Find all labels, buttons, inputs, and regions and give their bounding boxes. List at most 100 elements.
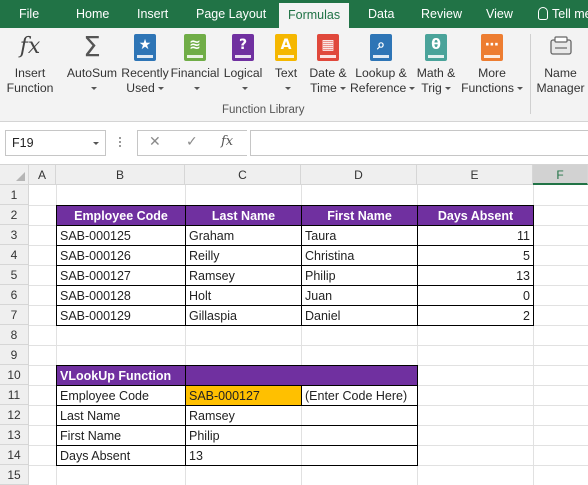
chevron-down-icon[interactable]: [93, 142, 99, 145]
vlookup-result-days-absent[interactable]: 13: [186, 446, 418, 466]
row-header-4[interactable]: 4: [0, 245, 29, 265]
row-header-10[interactable]: 10: [0, 365, 29, 385]
insert-function-label-2: Function: [6, 81, 54, 95]
worksheet-grid[interactable]: A B C D E F 1 2 3 4 5 6 7 8 9 10 11 12 1…: [0, 165, 588, 485]
vlookup-label-days-absent[interactable]: Days Absent: [56, 446, 186, 466]
table-cell[interactable]: Taura: [302, 226, 418, 246]
logical-dropdown[interactable]: [222, 81, 264, 96]
table-cell[interactable]: Philip: [302, 266, 418, 286]
table-cell[interactable]: SAB-000126: [56, 246, 186, 266]
formula-bar-resize-handle[interactable]: [118, 135, 122, 151]
row-header-15[interactable]: 15: [0, 465, 29, 485]
logical-button[interactable]: ? Logical: [222, 32, 264, 96]
text-button[interactable]: A Text: [270, 32, 302, 96]
tab-page-layout[interactable]: Page Layout: [187, 0, 275, 28]
math-trig-label-2: Trig: [421, 81, 442, 95]
vlookup-label-employee-code[interactable]: Employee Code: [56, 386, 186, 406]
table-cell[interactable]: Graham: [186, 226, 302, 246]
row-header-13[interactable]: 13: [0, 425, 29, 445]
table-cell[interactable]: SAB-000128: [56, 286, 186, 306]
table-header-days-absent[interactable]: Days Absent: [418, 205, 534, 226]
table-cell[interactable]: Daniel: [302, 306, 418, 326]
table-cell[interactable]: SAB-000129: [56, 306, 186, 326]
formula-input[interactable]: [250, 130, 588, 156]
row-header-12[interactable]: 12: [0, 405, 29, 425]
name-manager-button[interactable]: Name Manager: [533, 32, 588, 96]
table-cell[interactable]: 2: [418, 306, 534, 326]
tab-formulas[interactable]: Formulas: [279, 3, 350, 28]
math-trig-label-row: Trig: [413, 81, 459, 96]
row-header-11[interactable]: 11: [0, 385, 29, 405]
tell-me-search[interactable]: Tell me: [538, 0, 588, 28]
row-header-3[interactable]: 3: [0, 225, 29, 245]
recently-used-label-2: Used: [126, 81, 155, 95]
table-cell[interactable]: Holt: [186, 286, 302, 306]
vlookup-title-fill[interactable]: [186, 365, 418, 386]
row-header-6[interactable]: 6: [0, 285, 29, 305]
column-header-b[interactable]: B: [56, 165, 185, 185]
vlookup-result-last-name[interactable]: Ramsey: [186, 406, 418, 426]
vlookup-label-first-name[interactable]: First Name: [56, 426, 186, 446]
row-header-7[interactable]: 7: [0, 305, 29, 325]
table-header-last-name[interactable]: Last Name: [186, 205, 302, 226]
table-cell[interactable]: 0: [418, 286, 534, 306]
table-cell[interactable]: SAB-000127: [56, 266, 186, 286]
column-header-d[interactable]: D: [301, 165, 417, 185]
table-cell[interactable]: 5: [418, 246, 534, 266]
more-functions-button[interactable]: ⋯ More Functions: [460, 32, 524, 96]
fx-icon[interactable]: fx: [221, 134, 233, 149]
column-header-a[interactable]: A: [29, 165, 56, 185]
column-header-f[interactable]: F: [533, 165, 588, 185]
chevron-down-icon: [241, 87, 248, 90]
row-header-1[interactable]: 1: [0, 185, 29, 205]
financial-button[interactable]: ≋ Financial: [170, 32, 220, 96]
column-header-e[interactable]: E: [417, 165, 533, 185]
autosum-button[interactable]: Σ AutoSum: [64, 32, 120, 96]
recently-used-label-row: Used: [121, 81, 169, 96]
vlookup-label-last-name[interactable]: Last Name: [56, 406, 186, 426]
row-header-5[interactable]: 5: [0, 265, 29, 285]
table-header-employee-code[interactable]: Employee Code: [56, 205, 186, 226]
table-cell[interactable]: SAB-000125: [56, 226, 186, 246]
tab-file[interactable]: File: [10, 0, 48, 28]
more-functions-label-2: Functions: [461, 81, 514, 95]
vlookup-input-employee-code[interactable]: SAB-000127: [186, 386, 302, 406]
autosum-dropdown[interactable]: [64, 81, 120, 96]
vlookup-result-first-name[interactable]: Philip: [186, 426, 418, 446]
text-dropdown[interactable]: [270, 81, 302, 96]
tab-home[interactable]: Home: [67, 0, 118, 28]
vlookup-title[interactable]: VLookUp Function: [56, 365, 186, 386]
math-trig-button[interactable]: θ Math & Trig: [413, 32, 459, 96]
column-header-c[interactable]: C: [185, 165, 301, 185]
financial-dropdown[interactable]: [170, 81, 220, 96]
tab-insert[interactable]: Insert: [128, 0, 177, 28]
name-box[interactable]: F19: [5, 130, 106, 156]
row-header-2[interactable]: 2: [0, 205, 29, 225]
table-header-first-name[interactable]: First Name: [302, 205, 418, 226]
row-header-14[interactable]: 14: [0, 445, 29, 465]
enter-icon[interactable]: ✓: [186, 134, 198, 150]
select-all-button[interactable]: [0, 165, 29, 185]
table-cell[interactable]: Ramsey: [186, 266, 302, 286]
table-cell[interactable]: Gillaspia: [186, 306, 302, 326]
question-book-icon: ?: [230, 32, 256, 62]
tab-view[interactable]: View: [477, 0, 522, 28]
table-cell[interactable]: Juan: [302, 286, 418, 306]
table-cell[interactable]: Reilly: [186, 246, 302, 266]
gridline: [29, 345, 588, 346]
vlookup-hint[interactable]: (Enter Code Here): [302, 386, 418, 406]
date-time-button[interactable]: ▦ Date & Time: [306, 32, 350, 96]
insert-function-button[interactable]: fx Insert Function: [4, 32, 56, 96]
lookup-reference-button[interactable]: ⌕ Lookup & Reference: [350, 32, 416, 96]
table-cell[interactable]: 11: [418, 226, 534, 246]
cancel-icon[interactable]: ✕: [149, 134, 161, 150]
tab-data[interactable]: Data: [359, 0, 403, 28]
row-header-8[interactable]: 8: [0, 325, 29, 345]
lookup-reference-label-row: Reference: [350, 81, 416, 96]
recently-used-button[interactable]: ★ Recently Used: [121, 32, 169, 96]
tab-review[interactable]: Review: [412, 0, 471, 28]
table-cell[interactable]: Christina: [302, 246, 418, 266]
table-cell[interactable]: 13: [418, 266, 534, 286]
row-header-9[interactable]: 9: [0, 345, 29, 365]
chevron-down-icon: [284, 87, 291, 90]
